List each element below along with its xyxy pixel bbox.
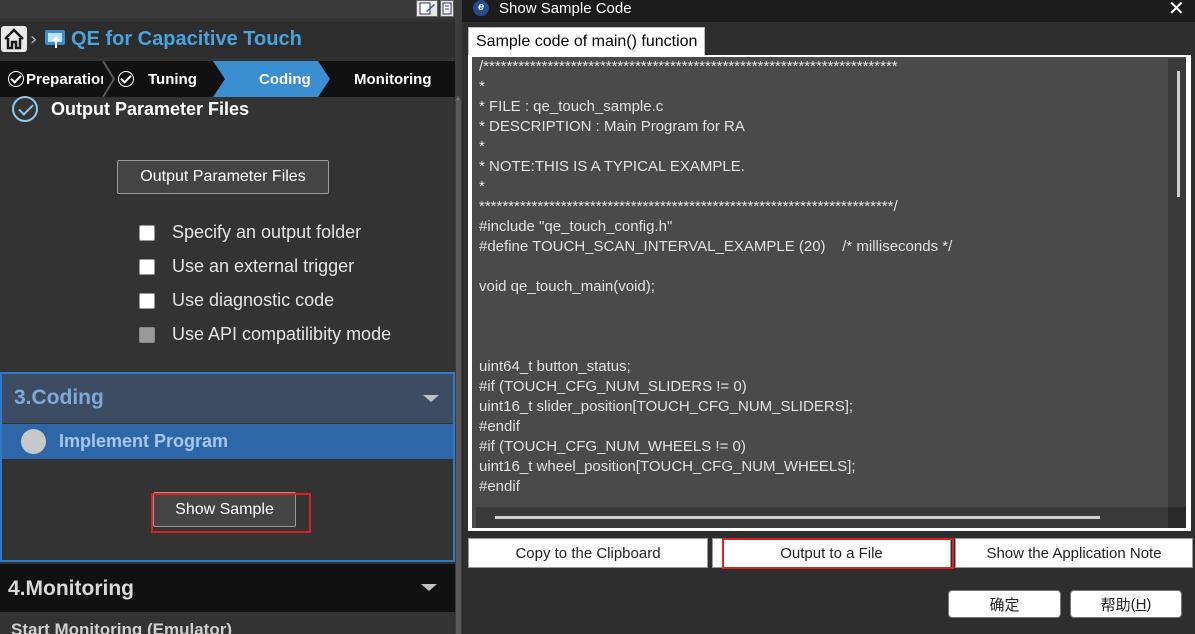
code-line: #include "qe_touch_config.h" [479, 218, 673, 235]
code-line: uint16_t wheel_position[TOUCH_CFG_NUM_WH… [479, 458, 856, 475]
output-parameter-files-button[interactable]: Output Parameter Files [117, 160, 329, 194]
code-lines: /***************************************… [479, 57, 1169, 497]
checkbox-label: Use diagnostic code [172, 290, 335, 310]
code-line: ****************************************… [479, 198, 898, 215]
chevron-right-icon: › [30, 29, 38, 50]
code-line: * [479, 78, 485, 95]
help-label: 帮助 [1100, 596, 1131, 614]
code-line: /***************************************… [479, 58, 898, 75]
coding-section: 3.Coding Implement Program Show Sample [0, 372, 455, 562]
step-tuning[interactable]: Tuning [118, 61, 197, 97]
chevron-down-icon[interactable] [421, 584, 437, 591]
code-line: * NOTE:THIS IS A TYPICAL EXAMPLE. [479, 158, 745, 175]
step-label: Tuning [148, 70, 197, 88]
panel-scrollbar[interactable] [455, 0, 462, 634]
dialog-title: Show Sample Code [499, 0, 632, 17]
monitoring-section-header[interactable]: 4.Monitoring [0, 564, 455, 612]
chevron-down-icon[interactable] [423, 395, 439, 402]
coding-section-header[interactable]: 3.Coding [2, 374, 453, 423]
show-sample-code-dialog: e Show Sample Code ✕ Sample code of main… [462, 0, 1195, 634]
checkbox[interactable] [139, 224, 155, 241]
checkbox[interactable] [139, 292, 155, 309]
code-line: #if (TOUCH_CFG_NUM_SLIDERS != 0) [479, 378, 747, 395]
code-line: #define TOUCH_SCAN_INTERVAL_EXAMPLE (20)… [479, 238, 953, 255]
code-line: * FILE : qe_touch_sample.c [479, 98, 664, 115]
code-textarea[interactable]: /***************************************… [472, 57, 1186, 528]
code-line: * [479, 138, 485, 155]
step-label: Coding [259, 70, 311, 88]
edit-icon[interactable] [416, 0, 438, 17]
step-monitoring[interactable]: Monitoring [354, 61, 431, 97]
option-output-folder[interactable]: Specify an output folder [139, 222, 361, 243]
scrollbar-thumb[interactable] [456, 100, 461, 634]
ok-button[interactable]: 确定 [948, 590, 1061, 618]
help-button[interactable]: 帮助(H) [1070, 590, 1182, 618]
checkbox-label: Use API compatilibity mode [172, 324, 392, 344]
code-vertical-scrollbar[interactable] [1168, 59, 1186, 507]
checkbox-label: Use an external trigger [172, 256, 355, 276]
qe-panel: › QE for Capacitive Touch Preparation Tu… [0, 0, 455, 634]
coding-section-title: 3.Coding [14, 386, 104, 409]
app-title: QE for Capacitive Touch [71, 28, 302, 50]
code-line: #endif [479, 478, 520, 495]
show-application-note-button[interactable]: Show the Application Note [955, 538, 1193, 568]
document-icon[interactable] [440, 0, 454, 17]
step-label: Monitoring [354, 70, 432, 88]
option-diagnostic-code[interactable]: Use diagnostic code [139, 290, 334, 311]
code-line: * DESCRIPTION : Main Program for RA [479, 118, 745, 135]
check-circle-icon [12, 96, 38, 122]
scrollbar-thumb[interactable] [495, 516, 1100, 519]
step-preparation[interactable]: Preparation [8, 61, 103, 97]
code-horizontal-scrollbar[interactable] [476, 507, 1186, 528]
highlight-box [722, 538, 954, 569]
code-line: * [479, 178, 485, 195]
code-line: #endif [479, 418, 520, 435]
checkbox-disabled [139, 326, 155, 343]
tab-sample-main[interactable]: Sample code of main() function [468, 27, 706, 55]
close-icon[interactable]: ✕ [1168, 0, 1185, 20]
highlight-box [151, 493, 311, 533]
implement-program-item[interactable]: Implement Program [2, 424, 453, 459]
output-section-title: Output Parameter Files [51, 98, 250, 119]
check-circle-icon [8, 71, 24, 87]
code-line: void qe_touch_main(void); [479, 278, 655, 295]
code-frame: /***************************************… [468, 55, 1191, 531]
code-line: uint64_t button_status; [479, 358, 631, 375]
checkbox[interactable] [139, 258, 155, 275]
home-icon[interactable] [1, 26, 27, 52]
help-accesskey: H [1135, 595, 1147, 613]
step-coding[interactable]: Coding [213, 61, 330, 97]
code-line: #if (TOUCH_CFG_NUM_WHEELS != 0) [479, 438, 746, 455]
code-line: uint16_t slider_position[TOUCH_CFG_NUM_S… [479, 398, 854, 415]
option-api-compat: Use API compatilibity mode [139, 324, 391, 345]
checkbox-label: Specify an output folder [172, 222, 362, 242]
copy-to-clipboard-button[interactable]: Copy to the Clipboard [468, 538, 708, 568]
implement-program-label: Implement Program [59, 431, 229, 451]
dialog-titlebar: e Show Sample Code ✕ [462, 0, 1195, 22]
panel-toolbar [0, 0, 455, 18]
app-e-icon: e [473, 0, 489, 16]
option-external-trigger[interactable]: Use an external trigger [139, 256, 354, 277]
scrollbar-thumb[interactable] [1177, 71, 1180, 197]
monitoring-section-title: 4.Monitoring [8, 577, 134, 600]
output-section-header: Output Parameter Files [12, 96, 249, 122]
scrollbar-corner [1168, 507, 1186, 528]
start-monitoring-item[interactable]: Start Monitoring (Emulator) [11, 620, 232, 634]
step-label: Preparation [26, 70, 103, 88]
check-circle-icon [118, 71, 134, 87]
qe-touch-icon [44, 28, 68, 50]
workflow-steps: Preparation Tuning Coding Monitoring [0, 61, 455, 97]
step-separator [102, 61, 115, 97]
status-circle-icon [21, 429, 46, 454]
